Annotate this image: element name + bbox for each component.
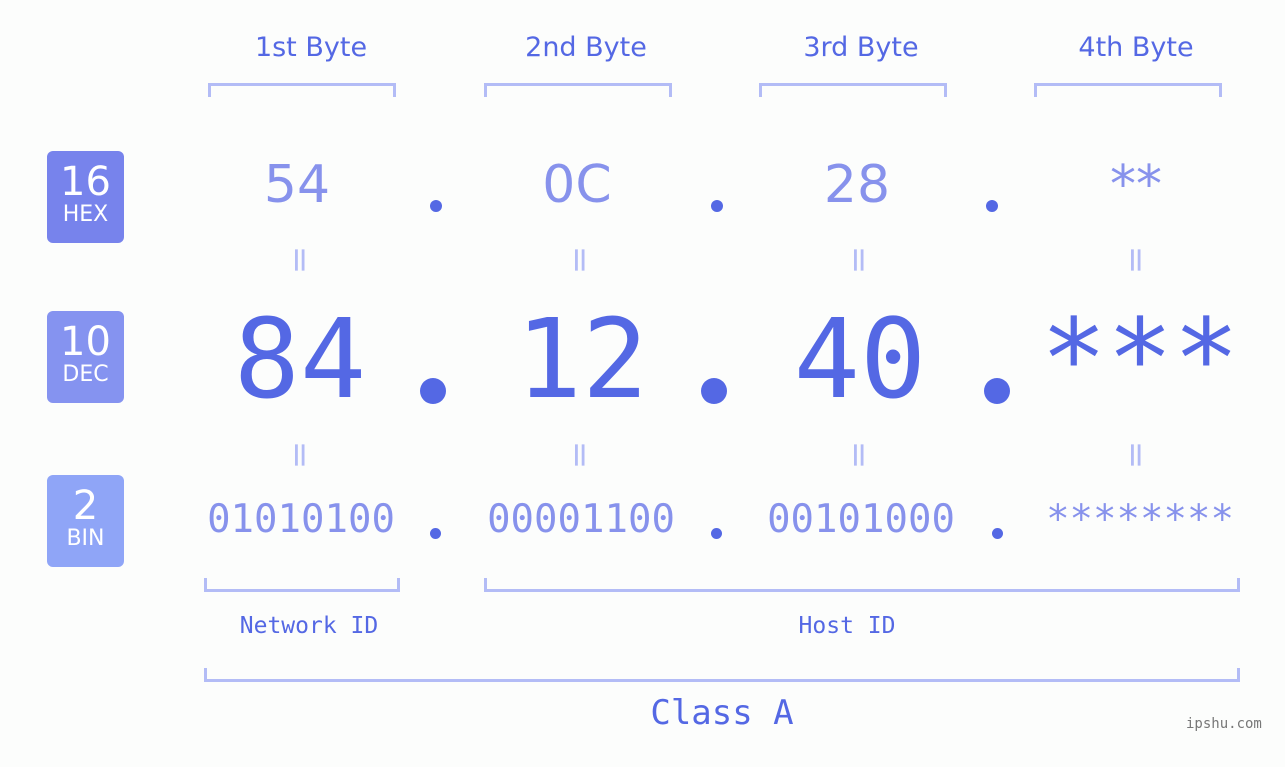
hex-base-label: HEX bbox=[62, 202, 109, 227]
equals-sign: = bbox=[1116, 440, 1156, 470]
bin-dot-2 bbox=[711, 528, 722, 539]
host-id-label: Host ID bbox=[798, 613, 896, 639]
byte-header-4: 4th Byte bbox=[1078, 32, 1194, 63]
hex-dot-1 bbox=[430, 200, 442, 212]
bin-byte-1: 01010100 bbox=[207, 497, 395, 542]
bin-base-number: 2 bbox=[72, 483, 99, 529]
host-id-bracket bbox=[484, 578, 1240, 592]
dec-dot-2 bbox=[701, 378, 727, 404]
dec-base-number: 10 bbox=[60, 319, 111, 365]
equals-sign: = bbox=[560, 245, 600, 275]
dec-dot-1 bbox=[420, 378, 446, 404]
byte-header-1: 1st Byte bbox=[254, 32, 368, 63]
bin-dot-3 bbox=[992, 528, 1003, 539]
bin-byte-3: 00101000 bbox=[767, 497, 955, 542]
byte-header-3: 3rd Byte bbox=[803, 32, 919, 63]
dec-byte-1: 84 bbox=[233, 295, 367, 423]
dec-dot-3 bbox=[984, 378, 1010, 404]
class-bracket bbox=[204, 668, 1240, 682]
equals-sign: = bbox=[280, 440, 320, 470]
equals-sign: = bbox=[560, 440, 600, 470]
hex-badge: 16 HEX bbox=[47, 151, 124, 243]
byte-bracket-3 bbox=[759, 83, 947, 97]
equals-sign: = bbox=[839, 245, 879, 275]
hex-base-number: 16 bbox=[60, 159, 111, 205]
hex-dot-2 bbox=[711, 200, 723, 212]
dec-badge: 10 DEC bbox=[47, 311, 124, 403]
class-label: Class A bbox=[650, 693, 794, 733]
watermark: ipshu.com bbox=[1186, 716, 1262, 732]
hex-byte-2: 0C bbox=[542, 155, 612, 215]
network-id-bracket bbox=[204, 578, 400, 592]
network-id-label: Network ID bbox=[239, 613, 379, 639]
hex-byte-1: 54 bbox=[263, 155, 331, 215]
byte-header-2: 2nd Byte bbox=[525, 32, 647, 63]
bin-byte-4: ******** bbox=[1046, 497, 1234, 542]
bin-byte-2: 00001100 bbox=[487, 497, 675, 542]
byte-bracket-2 bbox=[484, 83, 672, 97]
dec-base-label: DEC bbox=[62, 362, 109, 387]
dec-byte-4: *** bbox=[1040, 295, 1240, 423]
equals-sign: = bbox=[1116, 245, 1156, 275]
byte-bracket-1 bbox=[208, 83, 396, 97]
equals-sign: = bbox=[839, 440, 879, 470]
bin-base-label: BIN bbox=[66, 526, 105, 551]
bin-dot-1 bbox=[430, 528, 441, 539]
bin-badge: 2 BIN bbox=[47, 475, 124, 567]
hex-byte-3: 28 bbox=[823, 155, 891, 215]
dec-byte-3: 40 bbox=[793, 295, 927, 423]
equals-sign: = bbox=[280, 245, 320, 275]
dec-byte-2: 12 bbox=[515, 295, 649, 423]
byte-bracket-4 bbox=[1034, 83, 1222, 97]
hex-byte-4: ** bbox=[1110, 155, 1162, 215]
hex-dot-3 bbox=[986, 200, 998, 212]
